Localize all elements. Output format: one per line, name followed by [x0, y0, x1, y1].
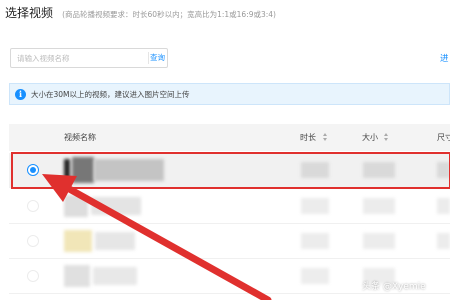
video-requirements: (商品轮播视频要求：时长60秒以内；宽高比为1:1或16:9或3:4) — [62, 10, 276, 19]
select-radio[interactable] — [27, 200, 39, 212]
size-blurred — [363, 233, 395, 249]
video-thumbnail — [64, 230, 92, 252]
notice-text: 大小在30M以上的视频，建议进入图片空间上传 — [31, 89, 190, 99]
video-thumbnail — [64, 195, 88, 217]
upload-notice: i 大小在30M以上的视频，建议进入图片空间上传 — [9, 83, 450, 105]
table-header: 视频名称 时长 大小 尺寸 — [9, 124, 450, 151]
select-radio[interactable] — [27, 164, 39, 176]
video-row[interactable] — [9, 189, 450, 224]
video-row-selected[interactable] — [9, 153, 450, 188]
watermark: 头条 @Xyemie — [362, 282, 426, 292]
video-thumbnail — [72, 157, 94, 183]
column-header-size[interactable]: 大小 — [362, 124, 378, 151]
more-link[interactable]: 进 — [440, 52, 449, 64]
duration-blurred — [301, 162, 329, 178]
sort-icon[interactable] — [323, 133, 328, 142]
select-radio[interactable] — [27, 270, 39, 282]
sort-icon[interactable] — [384, 133, 389, 142]
duration-blurred — [301, 198, 329, 214]
video-name-blurred — [93, 267, 137, 285]
duration-blurred — [301, 268, 329, 284]
size-blurred — [363, 162, 395, 178]
video-row[interactable] — [9, 224, 450, 259]
video-thumbnail — [64, 159, 70, 181]
column-header-name: 视频名称 — [64, 133, 96, 142]
dimensions-blurred — [437, 233, 450, 249]
video-name-blurred — [94, 159, 164, 181]
video-name-blurred — [91, 197, 141, 215]
video-thumbnail — [64, 265, 90, 287]
video-name-search-input[interactable] — [11, 49, 137, 67]
dimensions-blurred — [437, 162, 450, 178]
duration-blurred — [301, 233, 329, 249]
select-radio[interactable] — [27, 235, 39, 247]
info-icon: i — [15, 88, 26, 100]
search-box: 查询 — [10, 48, 168, 68]
column-header-duration[interactable]: 时长 — [300, 124, 316, 151]
search-divider — [148, 52, 149, 64]
dimensions-blurred — [437, 198, 450, 214]
size-blurred — [363, 198, 395, 214]
search-button[interactable]: 查询 — [150, 49, 168, 67]
column-header-dimensions: 尺寸 — [437, 133, 450, 142]
video-name-blurred — [95, 232, 135, 250]
dialog-header: 选择视频 (商品轮播视频要求：时长60秒以内；宽高比为1:1或16:9或3:4) — [5, 2, 276, 22]
dialog-title: 选择视频 — [5, 6, 54, 20]
